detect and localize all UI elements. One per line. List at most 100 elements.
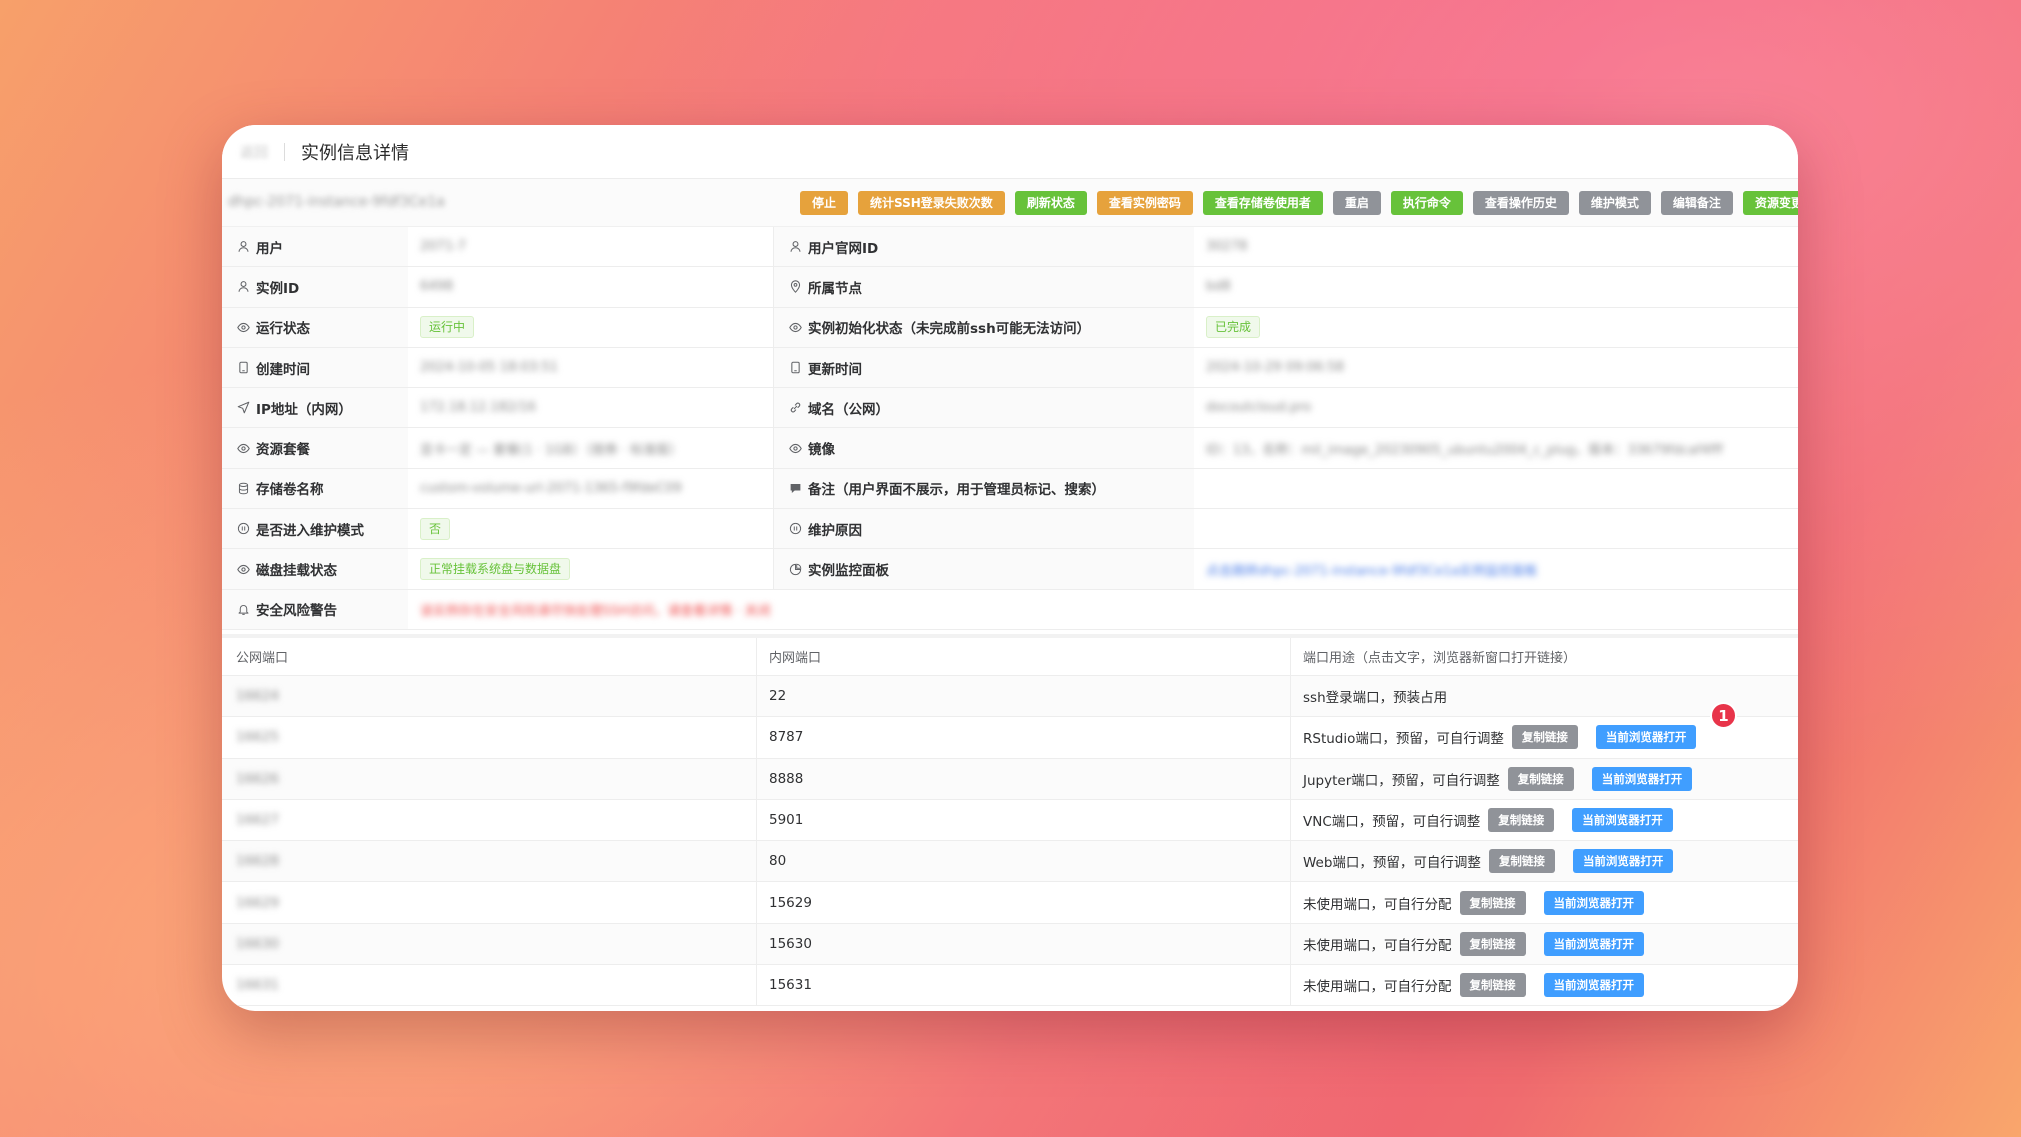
info-label: 是否进入维护模式 [222, 509, 408, 549]
open-in-browser-button[interactable]: 当前浏览器打开 [1595, 725, 1697, 750]
copy-link-button[interactable]: 复制链接 [1511, 725, 1578, 750]
table-row: 16630 15630 未使用端口，可自行分配 复制链接 当前浏览器打开 [222, 923, 1798, 966]
port-usage-text[interactable]: RStudio端口，预留，可自行调整 [1303, 727, 1504, 747]
info-label: 安全风险警告 [222, 589, 408, 629]
risk-label: 安全风险警告 [256, 603, 337, 620]
table-row: 16628 80 Web端口，预留，可自行调整 复制链接 当前浏览器打开 [222, 841, 1798, 883]
node-label: 所属节点 [808, 280, 862, 297]
info-label: 运行状态 [222, 307, 408, 347]
link-icon [788, 401, 802, 415]
run-command-button[interactable]: 执行命令 [1390, 191, 1463, 215]
info-label: 域名（公网） [774, 388, 1194, 428]
location-pin-icon [788, 280, 802, 294]
internal-port-cell: 8888 [757, 758, 1291, 799]
info-label: 用户 [222, 227, 408, 267]
info-value: 运行中 [408, 307, 774, 347]
view-password-button[interactable]: 查看实例密码 [1096, 191, 1193, 215]
back-link[interactable]: 返回 [240, 142, 268, 162]
info-row: 磁盘挂载状态 正常挂载系统盘与数据盘 实例监控面板 点击跳转dhpc-2071-… [222, 549, 1798, 590]
open-in-browser-button[interactable]: 当前浏览器打开 [1543, 890, 1644, 915]
init-status-label: 实例初始化状态（未完成前ssh可能无法访问） [808, 321, 1091, 338]
internal-port-cell: 22 [757, 676, 1291, 717]
top-bar: 返回 实例信息详情 [222, 125, 1798, 179]
resource-change-button[interactable]: 资源变更 [1742, 191, 1798, 215]
ports-body: 16624 22 ssh登录端口，预装占用 16625 8787 RStudio端口，预留… [222, 676, 1798, 1007]
open-in-browser-button[interactable]: 当前浏览器打开 [1543, 931, 1644, 956]
user-icon [236, 280, 250, 294]
public-port-cell: 16628 [222, 841, 757, 882]
public-port-cell: 16625 [222, 717, 757, 758]
port-usage-text[interactable]: 未使用端口，可自行分配 [1303, 975, 1452, 995]
bell-icon [236, 602, 250, 616]
public-port-cell: 16629 [222, 882, 757, 923]
info-value: custom-volume-url-2071-1365-f9fdeC09 [408, 468, 774, 509]
restart-button[interactable]: 重启 [1332, 191, 1381, 215]
info-value: 6498 [408, 267, 774, 307]
ssh-fail-count-button[interactable]: 统计SSH登录失败次数 [858, 191, 1005, 215]
port-usage-text[interactable]: VNC端口，预留，可自行调整 [1303, 810, 1480, 830]
created-label: 创建时间 [256, 361, 310, 378]
info-row: 存储卷名称 custom-volume-url-2071-1365-f9fdeC… [222, 468, 1798, 510]
comment-icon [788, 481, 802, 495]
image-label: 镜像 [808, 442, 835, 459]
user-official-id-value: 30278 [1206, 239, 1248, 255]
public-port-cell: 16624 [222, 676, 757, 717]
view-volume-users-button[interactable]: 查看存储卷使用者 [1202, 191, 1323, 215]
copy-link-button[interactable]: 复制链接 [1459, 890, 1526, 915]
stop-button[interactable]: 停止 [800, 191, 849, 215]
port-usage-text[interactable]: 未使用端口，可自行分配 [1303, 893, 1452, 913]
port-usage-cell: 未使用端口，可自行分配 复制链接 当前浏览器打开 [1291, 924, 1798, 964]
maint-label: 是否进入维护模式 [256, 522, 364, 539]
copy-link-button[interactable]: 复制链接 [1488, 808, 1555, 833]
refresh-status-button[interactable]: 刷新状态 [1014, 191, 1087, 215]
info-row: 运行状态 运行中 实例初始化状态（未完成前ssh可能无法访问） 已完成 [222, 307, 1798, 348]
info-value [1194, 509, 1798, 548]
view-history-button[interactable]: 查看操作历史 [1472, 191, 1569, 215]
info-row: 资源套餐 显卡一定 — 套餐(1 · 1GB）（按券 · 标准版） 镜像 ID：… [222, 428, 1798, 469]
action-toolbar: dhpc-2071-instance-9fdf3Ce1a 停止 统计SSH登录失… [222, 179, 1798, 227]
step-badge: 1 [1710, 702, 1737, 729]
copy-link-button[interactable]: 复制链接 [1488, 849, 1555, 874]
internal-port-value: 22 [769, 688, 787, 705]
port-usage-text[interactable]: Web端口，预留，可自行调整 [1303, 851, 1481, 871]
port-usage-text[interactable]: ssh登录端口，预装占用 [1303, 686, 1447, 706]
user-value: 2071-7 [420, 239, 467, 255]
open-in-browser-button[interactable]: 当前浏览器打开 [1572, 808, 1673, 833]
divider [284, 142, 285, 161]
info-label: 维护原因 [774, 509, 1194, 549]
edit-remark-button[interactable]: 编辑备注 [1660, 191, 1733, 215]
monitor-link[interactable]: 点击跳转dhpc-2071-instance-9fdf3Ce1a实例监控面板 [1206, 560, 1537, 579]
info-label: 镜像 [774, 428, 1194, 468]
internal-port-value: 8787 [769, 729, 804, 746]
instance-id-value: 6498 [420, 279, 454, 295]
copy-link-button[interactable]: 复制链接 [1459, 931, 1526, 956]
info-value: 点击跳转dhpc-2071-instance-9fdf3Ce1a实例监控面板 [1194, 549, 1798, 588]
open-in-browser-button[interactable]: 当前浏览器打开 [1591, 766, 1693, 791]
table-row: 16626 8888 Jupyter端口，预留，可自行调整 复制链接 当前浏览器打开 [222, 758, 1798, 800]
pause-circle-icon [236, 522, 250, 536]
ports-table: 公网端口 内网端口 端口用途（点击文字，浏览器新窗口打开链接） 16624 22 s… [222, 634, 1798, 1007]
maintenance-mode-button[interactable]: 维护模式 [1578, 191, 1651, 215]
port-usage-cell: VNC端口，预留，可自行调整 复制链接 当前浏览器打开 [1291, 800, 1798, 840]
internal-port-cell: 15631 [757, 965, 1291, 1006]
port-usage-text[interactable]: 未使用端口，可自行分配 [1303, 934, 1452, 954]
port-usage-text[interactable]: Jupyter端口，预留，可自行调整 [1303, 769, 1500, 789]
internal-port-value: 8888 [769, 770, 804, 787]
ip-value: 172.18.12.182/16 [420, 400, 537, 416]
open-in-browser-button[interactable]: 当前浏览器打开 [1543, 973, 1644, 998]
public-port-value: 16628 [236, 853, 279, 870]
table-row: 16627 5901 VNC端口，预留，可自行调整 复制链接 当前浏览器打开 [222, 799, 1798, 842]
copy-link-button[interactable]: 复制链接 [1507, 766, 1574, 791]
info-label: 实例监控面板 [774, 549, 1194, 589]
info-row: 安全风险警告 该实例存在安全风险请尽快处理SSH访问，请查看详情 · 关闭 [222, 589, 1798, 630]
internal-port-cell: 15629 [757, 882, 1291, 923]
info-label: 磁盘挂载状态 [222, 549, 408, 589]
user-label: 用户 [256, 240, 283, 257]
open-in-browser-button[interactable]: 当前浏览器打开 [1572, 849, 1674, 874]
info-value: 显卡一定 — 套餐(1 · 1GB）（按券 · 标准版） [408, 428, 774, 468]
copy-link-button[interactable]: 复制链接 [1459, 973, 1526, 998]
public-port-value: 16626 [236, 770, 279, 787]
eye-icon [236, 562, 250, 576]
maint-tag: 否 [420, 517, 451, 540]
remark-label: 备注（用户界面不展示，用于管理员标记、搜索） [808, 482, 1105, 499]
